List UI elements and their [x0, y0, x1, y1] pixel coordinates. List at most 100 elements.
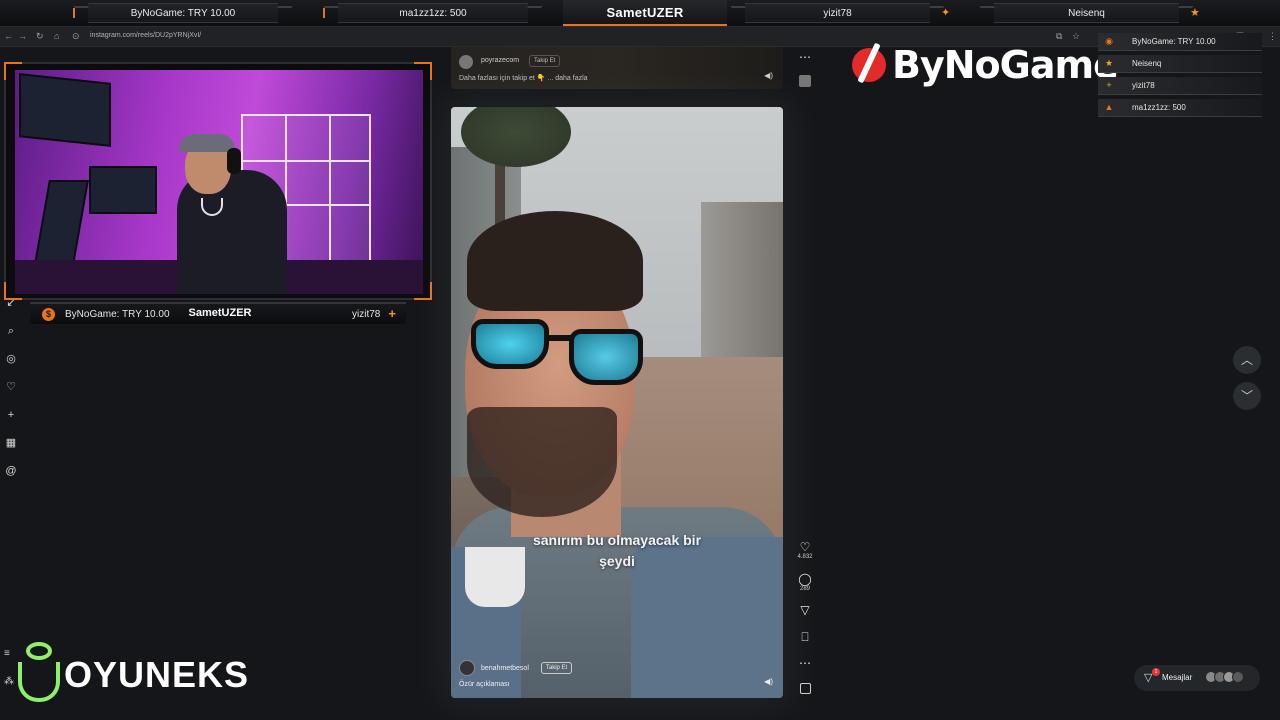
topbar-slot-label: ByNoGame: TRY 10.00 — [130, 7, 236, 19]
meta-icon[interactable]: ⁂ — [4, 676, 14, 687]
overlay-accent-mark — [73, 8, 75, 18]
create-plus-icon[interactable]: + — [4, 408, 18, 422]
stream-overlay-topbar: ByNoGame: TRY 10.00 ma1zz1zz: 500 SametU… — [0, 0, 1280, 27]
hair — [467, 211, 643, 311]
threads-icon[interactable]: @ — [4, 464, 18, 478]
plus-icon: + — [1106, 80, 1112, 90]
kebab-menu-icon[interactable]: ⋮ — [1268, 31, 1277, 42]
topbar-slot-label: Neisenq — [1068, 7, 1105, 19]
oyuneks-logo-mark — [18, 662, 60, 702]
topbar-slot-donation: ByNoGame: TRY 10.00 — [88, 3, 278, 23]
headset — [227, 148, 241, 174]
address-bar[interactable]: instagram.com/reels/DU2pYRNjXvI/ — [90, 32, 201, 39]
heart-icon: ♡ — [799, 540, 811, 554]
reel-username[interactable]: benahmetbesol — [481, 665, 529, 672]
coin-icon: $ — [42, 308, 55, 321]
subtitle-line: sanırım bu olmayacak bir — [532, 532, 702, 548]
event-label: ByNoGame: TRY 10.00 — [1132, 37, 1216, 46]
subtitle-line: şeydi — [599, 553, 635, 569]
reel-author: benahmetbesol Takip Et — [459, 660, 573, 676]
post-caption[interactable]: Daha fazlası için takip et 👇 ... daha fa… — [459, 74, 588, 82]
event-label: ma1zz1zz: 500 — [1132, 103, 1186, 112]
audio-icon — [799, 683, 811, 694]
flame-icon: ▲ — [1104, 102, 1114, 112]
send-icon: ▽ — [800, 603, 810, 617]
search-icon[interactable]: ⌕ — [4, 324, 18, 338]
oyuneks-logo-text: OYUNEKS — [64, 654, 250, 695]
monitor — [19, 73, 111, 147]
reel-video[interactable]: sanırım bu olmayacak bir şeydi benahmetb… — [451, 107, 783, 698]
cam-bar-streamer-name: SametUZER — [188, 307, 252, 319]
bynogame-logo-mark — [852, 48, 886, 82]
topbar-slot-label: yizit78 — [823, 7, 852, 19]
audio-button[interactable] — [795, 683, 815, 694]
sunglasses-lens — [569, 329, 643, 385]
avatar[interactable] — [459, 660, 475, 676]
comment-button[interactable]: ◯ 289 — [795, 572, 815, 592]
coin-icon: ◉ — [1105, 36, 1113, 46]
share-button[interactable]: ▽ — [795, 603, 815, 617]
more-options-button[interactable]: ⋯ — [795, 656, 815, 670]
oyuneks-logo: OYUNEKS — [14, 640, 248, 704]
comment-icon: ◯ — [798, 572, 812, 586]
oyuneks-logo-mark — [26, 642, 52, 660]
post-username[interactable]: poyrazecom — [481, 57, 519, 64]
messages-button[interactable]: ▽ 1 Mesajlar — [1134, 665, 1260, 691]
event-label: yizit78 — [1132, 81, 1155, 90]
previous-reel-card[interactable]: poyrazecom Takip Et Daha fazlası için ta… — [451, 47, 783, 89]
star-icon: ✦ — [941, 7, 951, 19]
message-avatars — [1205, 671, 1244, 683]
previous-reel-button[interactable]: ︿ — [1233, 346, 1261, 374]
mute-icon[interactable]: ◀) — [764, 677, 773, 686]
cam-bar-donation: ByNoGame: TRY 10.00 — [65, 309, 170, 320]
next-reel-button[interactable]: ﹀ — [1233, 382, 1261, 410]
save-button[interactable]: ⎕ — [795, 630, 815, 644]
messages-badge: 1 — [1152, 668, 1160, 676]
like-count: 4.832 — [797, 554, 813, 560]
sunglasses-lens — [471, 319, 549, 369]
back-arrow-icon[interactable]: ← — [4, 31, 13, 41]
chevron-up-icon: ︿ — [1240, 353, 1253, 367]
comment-count: 289 — [799, 586, 810, 592]
screen: ByNoGame: TRY 10.00 ma1zz1zz: 500 SametU… — [0, 0, 1280, 720]
mute-icon[interactable]: ◀) — [764, 71, 773, 80]
event-item: ◉ ByNoGame: TRY 10.00 — [1098, 33, 1262, 51]
explore-compass-icon[interactable]: ◎ — [4, 352, 18, 366]
reel-caption[interactable]: Özür açıklaması — [459, 681, 510, 688]
webcam-info-bar: $ ByNoGame: TRY 10.00 SametUZER yizit78 … — [30, 302, 406, 324]
overlay-accent-mark — [323, 8, 325, 18]
monitor — [33, 180, 89, 270]
messages-label: Mesajlar — [1162, 673, 1193, 682]
topbar-slot-label: ma1zz1zz: 500 — [399, 7, 467, 19]
bynogame-logo-text: ByNoGame — [892, 43, 1119, 87]
home-icon[interactable]: ⌂ — [54, 31, 59, 41]
streamer-name: SametUZER — [563, 0, 727, 26]
monitor — [89, 166, 157, 214]
more-icon: ⋯ — [799, 656, 811, 670]
avatar[interactable] — [459, 55, 473, 69]
follow-button[interactable]: Takip Et — [529, 55, 561, 67]
beard — [467, 407, 617, 517]
heart-icon[interactable]: ♡ — [4, 380, 18, 394]
avatar — [1232, 671, 1244, 683]
webcam-frame — [4, 62, 432, 300]
reload-icon[interactable]: ↻ — [36, 31, 44, 42]
dashboard-icon[interactable]: ▦ — [4, 436, 18, 450]
star-icon: ★ — [1190, 7, 1200, 19]
star-icon: ★ — [1104, 58, 1114, 68]
bookmark-icon: ⎕ — [801, 630, 809, 644]
plus-icon: + — [388, 306, 396, 321]
more-options-icon[interactable]: ⋯ — [795, 50, 815, 64]
like-button[interactable]: ♡ 4.832 — [795, 540, 815, 560]
forward-arrow-icon[interactable]: → — [18, 31, 27, 41]
menu-icon[interactable]: ≡ — [4, 648, 10, 659]
topbar-slot-bits: ma1zz1zz: 500 — [338, 3, 528, 23]
bynogame-logo: ByNoGame — [852, 38, 1119, 92]
event-item: ★ Neisenq — [1098, 55, 1262, 73]
sunglasses-bridge — [545, 335, 573, 341]
event-item: ▲ ma1zz1zz: 500 — [1098, 99, 1262, 117]
topbar-slot-subscriber: Neisenq — [994, 3, 1179, 23]
follow-button[interactable]: Takip Et — [540, 662, 573, 674]
site-info-icon[interactable]: ⊙ — [72, 31, 80, 42]
audio-thumbnail-icon[interactable] — [795, 75, 815, 87]
